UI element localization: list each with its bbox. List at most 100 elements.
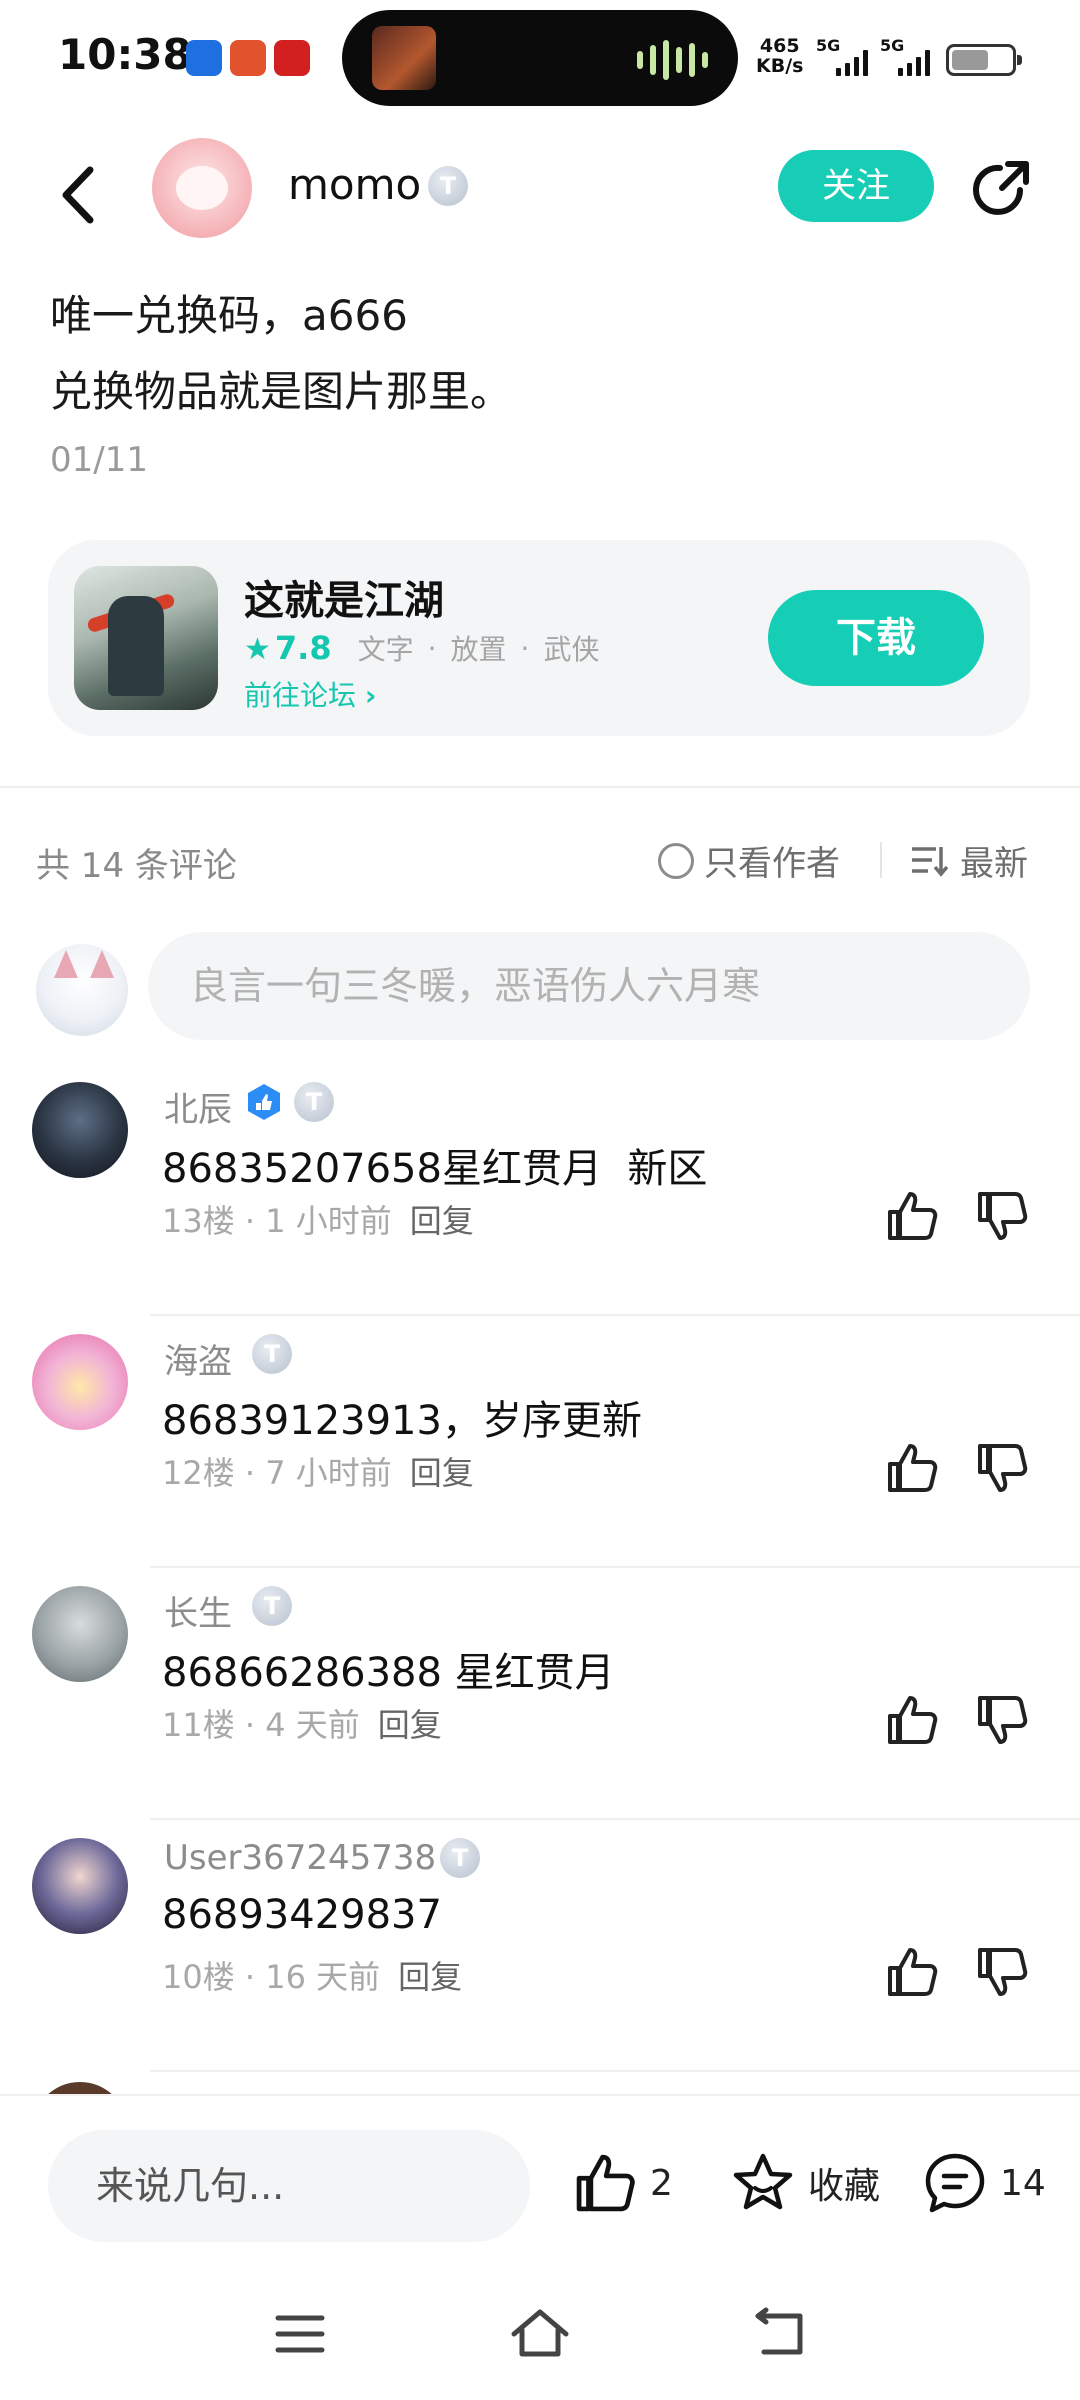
comment-item[interactable]: 长生 T 86866286388 星红贯月 11楼 · 4 天前 回复: [0, 1568, 1080, 1820]
comment-count: 共 14 条评论: [36, 846, 237, 886]
commenter-name[interactable]: 长生: [164, 1586, 232, 1635]
follow-button[interactable]: 关注: [778, 150, 934, 222]
media-thumbnail: [372, 26, 436, 90]
audio-wave-icon: [637, 40, 708, 80]
commenter-avatar[interactable]: [32, 1586, 128, 1682]
level-badge-icon: T: [252, 1586, 292, 1626]
signal-bars-icon: [836, 50, 868, 76]
thumbs-up-icon: [576, 2154, 635, 2212]
thumbs-down-icon[interactable]: [974, 1692, 1030, 1748]
download-button[interactable]: 下载: [768, 590, 984, 686]
comment-item[interactable]: User367245738 T 86893429837 10楼 · 16 天前回…: [0, 1820, 1080, 2072]
thumbs-up-icon[interactable]: [884, 1692, 940, 1748]
comment-text: 86839123913，岁序更新: [162, 1398, 642, 1444]
commenter-name[interactable]: 海盗: [164, 1334, 232, 1383]
reply-button[interactable]: 回复: [378, 1706, 442, 1744]
sort-toggle[interactable]: 最新: [910, 836, 1028, 885]
level-badge-icon: T: [252, 1334, 292, 1374]
comment-item[interactable]: 海盗 T 86839123913，岁序更新 12楼 · 7 小时前 回复: [0, 1316, 1080, 1568]
commenter-avatar[interactable]: [32, 1082, 128, 1178]
divider: [880, 842, 882, 878]
thumbs-down-icon[interactable]: [974, 1944, 1030, 2000]
reply-button[interactable]: 回复: [410, 1202, 474, 1240]
comment-count-badge: 14: [1000, 2162, 1046, 2204]
commenter-name[interactable]: User367245738: [164, 1838, 436, 1878]
reply-button[interactable]: 回复: [398, 1958, 462, 1996]
menu-icon[interactable]: [268, 2302, 332, 2366]
post-date: 01/11: [50, 440, 148, 480]
thumbs-down-icon[interactable]: [974, 1440, 1030, 1496]
reply-input[interactable]: 来说几句...: [48, 2130, 530, 2242]
notification-app-icon: [186, 40, 222, 76]
commenter-avatar[interactable]: [32, 1334, 128, 1430]
chevron-left-icon[interactable]: [52, 158, 108, 232]
author-avatar[interactable]: [152, 138, 252, 238]
comment-time: 1 小时前: [265, 1202, 392, 1240]
notification-app-icon: [274, 40, 310, 76]
thumbs-up-icon[interactable]: [884, 1188, 940, 1244]
game-name[interactable]: 这就是江湖: [244, 568, 444, 626]
comment-meta: 12楼 · 7 小时前 回复: [162, 1454, 474, 1492]
game-rating: ★ 7.8: [244, 629, 332, 667]
comment-input[interactable]: 良言一句三冬暖，恶语伤人六月寒: [148, 932, 1030, 1040]
commenter-name[interactable]: 北辰: [164, 1082, 232, 1131]
home-icon[interactable]: [508, 2302, 572, 2366]
comment-text: 86866286388 星红贯月: [162, 1650, 615, 1696]
post-line: 唯一兑换码，a666: [50, 291, 408, 340]
comment-item[interactable]: 北辰 T 86835207658星红贯月 新区 13楼 · 1 小时前 回复: [0, 1064, 1080, 1316]
reply-button[interactable]: 回复: [410, 1454, 474, 1492]
signal-bars-icon: [898, 50, 930, 76]
network-speed: 465 KB/s: [756, 35, 804, 77]
thumbs-down-icon[interactable]: [974, 1188, 1030, 1244]
level-badge-icon: T: [294, 1082, 334, 1122]
status-bar: 10:38 465 KB/s 5G 5G: [0, 0, 1080, 120]
dynamic-island[interactable]: [342, 10, 738, 106]
system-nav-bar: [0, 2280, 1080, 2400]
favorite-button[interactable]: 收藏: [730, 2150, 880, 2216]
comment-time: 16 天前: [265, 1958, 381, 1996]
forum-link[interactable]: 前往论坛 ›: [244, 674, 376, 714]
like-count: 2: [650, 2162, 673, 2204]
comment-text: 86893429837: [162, 1892, 442, 1938]
thumbs-up-icon[interactable]: [884, 1944, 940, 2000]
verified-badge-icon: [248, 1084, 280, 1120]
post-body: 唯一兑换码，a666 兑换物品就是图片那里。: [50, 278, 512, 430]
like-button[interactable]: 2: [572, 2150, 673, 2216]
commenter-avatar[interactable]: [32, 1838, 128, 1934]
game-tag: 放置: [450, 633, 507, 666]
notification-app-icon: [230, 40, 266, 76]
author-only-toggle[interactable]: 只看作者: [658, 836, 840, 885]
game-tag: 文字: [357, 633, 414, 666]
comment-time: 7 小时前: [265, 1454, 392, 1492]
author-name[interactable]: momo: [288, 160, 421, 209]
game-meta: ★ 7.8 文字 · 放置 · 武侠: [244, 629, 600, 667]
comment-bubble-icon: [925, 2153, 985, 2213]
battery-icon: [946, 44, 1022, 76]
comment-text: 86835207658星红贯月 新区: [162, 1146, 708, 1192]
thumbs-up-icon[interactable]: [884, 1440, 940, 1496]
back-icon[interactable]: [748, 2302, 812, 2366]
sort-icon: [912, 846, 948, 877]
comment-floor: 12楼: [162, 1454, 235, 1492]
level-badge-icon: T: [440, 1838, 480, 1878]
divider: [0, 786, 1080, 788]
bottom-action-bar: 来说几句... 2 收藏 14: [0, 2094, 1080, 2280]
comment-meta: 11楼 · 4 天前 回复: [162, 1706, 442, 1744]
post-line: 兑换物品就是图片那里。: [50, 367, 513, 416]
radio-icon: [658, 842, 694, 879]
star-icon: ★: [244, 632, 271, 667]
comment-floor: 10楼: [162, 1958, 235, 1996]
comment-floor: 13楼: [162, 1202, 235, 1240]
post-header: momo T 关注: [0, 120, 1080, 270]
level-badge-icon: T: [428, 166, 468, 206]
comment-meta: 13楼 · 1 小时前 回复: [162, 1202, 474, 1240]
game-card[interactable]: 这就是江湖 ★ 7.8 文字 · 放置 · 武侠 前往论坛 › 下载: [48, 540, 1030, 736]
share-arrow-icon[interactable]: [968, 156, 1034, 222]
my-avatar: [36, 944, 128, 1036]
star-icon: [733, 2153, 793, 2210]
comment-time: 4 天前: [265, 1706, 360, 1744]
game-tag: 武侠: [543, 633, 600, 666]
status-time: 10:38: [58, 30, 192, 79]
comments-button[interactable]: 14: [922, 2150, 1046, 2216]
game-icon[interactable]: [74, 566, 218, 710]
